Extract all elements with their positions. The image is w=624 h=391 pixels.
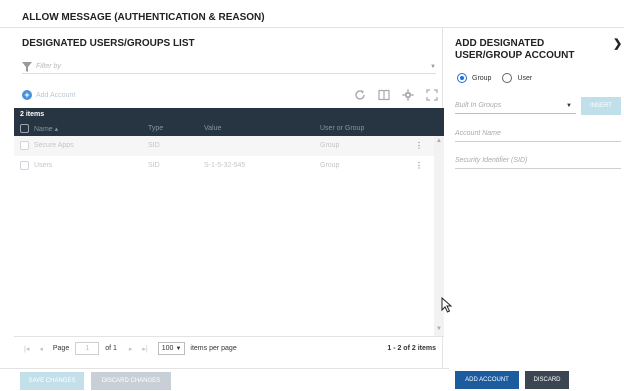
column-header-user-or-group[interactable]: User or Group xyxy=(320,125,364,132)
radio-group[interactable] xyxy=(457,73,467,83)
account-type-radios: Group User xyxy=(457,73,532,83)
next-page-icon[interactable]: ▸ xyxy=(129,345,133,353)
first-page-icon[interactable]: |◂ xyxy=(24,345,29,353)
radio-user-label[interactable]: User xyxy=(517,75,532,82)
table-row[interactable]: Users SID S-1-5-32-545 Group ⋮ xyxy=(14,156,434,176)
grid-body: Secure Apps SID Group ⋮ Users SID S-1-5-… xyxy=(14,136,444,336)
cell-name: Secure Apps xyxy=(34,142,74,149)
column-header-name[interactable]: Name ▴ xyxy=(34,125,58,133)
prev-page-icon[interactable]: ◂ xyxy=(39,345,43,353)
select-all-checkbox[interactable] xyxy=(20,124,29,133)
save-changes-button[interactable]: SAVE CHANGES xyxy=(20,372,84,390)
table-row[interactable]: Secure Apps SID Group ⋮ xyxy=(14,136,434,156)
builtin-groups-placeholder: Built In Groups xyxy=(455,102,502,109)
row-checkbox[interactable] xyxy=(20,161,29,170)
designated-list-panel: DESIGNATED USERS/GROUPS LIST Filter by ▼… xyxy=(14,28,444,368)
pager: |◂ ◂ Page 1 of 1 ▸ ▸| 100 ▼ items per pa… xyxy=(14,336,444,360)
gear-icon[interactable] xyxy=(402,89,414,101)
last-page-icon[interactable]: ▸| xyxy=(142,345,147,353)
column-header-value[interactable]: Value xyxy=(204,125,221,132)
filter-input[interactable]: Filter by ▼ xyxy=(22,60,436,74)
per-page-label: items per page xyxy=(190,345,237,352)
plus-icon: + xyxy=(22,90,32,100)
grid-header: Name ▴ Type Value User or Group xyxy=(14,122,444,136)
add-account-link[interactable]: + Add Account xyxy=(22,90,75,100)
cell-name: Users xyxy=(34,162,53,169)
page-number-input[interactable]: 1 xyxy=(75,342,100,355)
discard-changes-button[interactable]: DISCARD CHANGES xyxy=(91,372,171,390)
cell-value: S-1-5-32-545 xyxy=(204,162,246,169)
chevron-right-icon[interactable]: ❯ xyxy=(613,37,622,50)
chevron-down-icon[interactable]: ▼ xyxy=(430,64,436,70)
grid-toolbar xyxy=(354,89,438,101)
page-of-label: of 1 xyxy=(105,345,117,352)
insert-button[interactable]: INSERT xyxy=(581,97,621,115)
add-panel-title: ADD DESIGNATED USER/GROUP ACCOUNT xyxy=(455,38,575,61)
scroll-up-icon[interactable]: ▲ xyxy=(436,138,442,144)
pager-range: 1 - 2 of 2 items xyxy=(387,345,436,352)
page-title: ALLOW MESSAGE (AUTHENTICATION & REASON) xyxy=(0,0,624,28)
row-menu-icon[interactable]: ⋮ xyxy=(415,161,423,170)
filter-placeholder: Filter by xyxy=(36,63,61,70)
per-page-select[interactable]: 100 ▼ xyxy=(157,342,186,355)
refresh-icon[interactable] xyxy=(354,89,366,101)
add-account-button[interactable]: ADD ACCOUNT xyxy=(455,371,519,389)
columns-icon[interactable] xyxy=(378,89,390,101)
mouse-cursor-icon xyxy=(441,297,453,313)
add-account-label: Add Account xyxy=(36,91,76,99)
chevron-down-icon: ▼ xyxy=(566,103,572,109)
sid-field[interactable]: Security Identifier (SID) xyxy=(455,154,621,169)
row-menu-icon[interactable]: ⋮ xyxy=(415,141,423,150)
account-name-field[interactable]: Account Name xyxy=(455,127,621,142)
scroll-down-icon[interactable]: ▼ xyxy=(436,326,442,332)
filter-icon xyxy=(22,61,32,72)
column-header-type[interactable]: Type xyxy=(148,125,163,132)
builtin-groups-select[interactable]: Built In Groups ▼ xyxy=(455,99,576,114)
add-account-panel: ADD DESIGNATED USER/GROUP ACCOUNT ❯ Grou… xyxy=(449,28,624,391)
chevron-down-icon: ▼ xyxy=(175,345,182,352)
cell-user-or-group: Group xyxy=(320,162,340,169)
row-checkbox[interactable] xyxy=(20,141,29,150)
expand-icon[interactable] xyxy=(426,89,438,101)
per-page-value: 100 xyxy=(161,345,174,352)
item-count: 2 items xyxy=(14,108,444,122)
cell-user-or-group: Group xyxy=(320,142,340,149)
discard-button[interactable]: DISCARD xyxy=(525,371,569,389)
cell-type: SID xyxy=(148,142,160,149)
radio-group-label[interactable]: Group xyxy=(472,75,491,82)
radio-user[interactable] xyxy=(502,73,513,83)
page-label: Page xyxy=(52,345,70,352)
cell-type: SID xyxy=(148,162,160,169)
panel-title: DESIGNATED USERS/GROUPS LIST xyxy=(22,38,195,49)
